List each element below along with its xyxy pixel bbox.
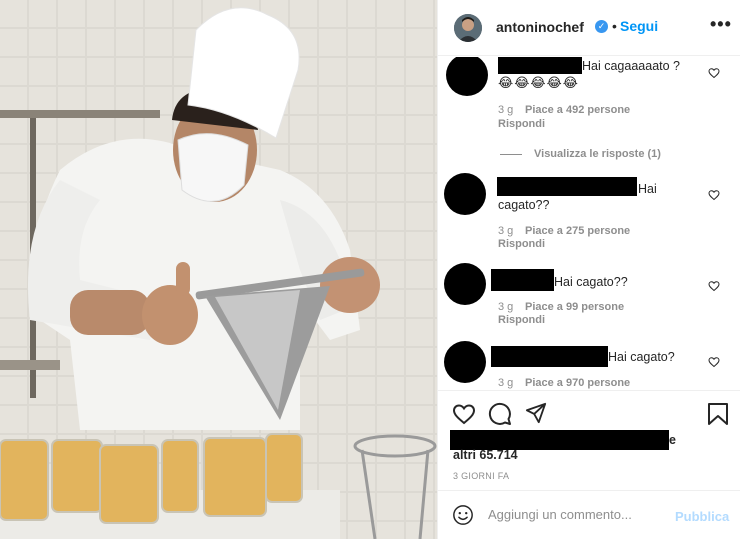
reply-button[interactable]: Rispondi — [498, 314, 545, 326]
redacted-username — [491, 346, 608, 367]
like-comment-heart-icon[interactable] — [708, 280, 720, 292]
header-separator: • — [612, 18, 617, 34]
redacted-username — [497, 177, 637, 196]
comment-time: 3 g — [498, 301, 514, 313]
comment-bubble-icon[interactable] — [488, 402, 512, 426]
comment-time: 3 g — [498, 377, 514, 389]
comment-text: Hai cagato? — [608, 350, 675, 364]
comment-input[interactable] — [488, 507, 668, 522]
emoji-icon[interactable] — [452, 504, 474, 526]
post-photo[interactable] — [0, 0, 437, 539]
author-avatar[interactable] — [454, 14, 482, 42]
redacted-likers — [450, 430, 669, 450]
comment-emoji: 😂😂😂😂😂 — [498, 75, 579, 90]
like-comment-heart-icon[interactable] — [708, 189, 720, 201]
like-comment-heart-icon[interactable] — [708, 356, 720, 368]
chef-photo-illustration — [0, 0, 437, 539]
author-username[interactable]: antoninochef — [496, 19, 584, 35]
comment-likes[interactable]: Piace a 492 persone — [525, 104, 630, 116]
share-paper-plane-icon[interactable] — [525, 402, 547, 424]
comment-time: 3 g — [498, 104, 514, 116]
comment-text-line2: cagato?? — [498, 198, 550, 212]
post-sidebar: antoninochef ✓ • Segui ••• Hai cagaaaaat… — [437, 0, 740, 539]
commenter-avatar[interactable] — [444, 341, 486, 383]
comment-text: Hai cagaaaaato ? — [582, 59, 680, 73]
comment-likes[interactable]: Piace a 970 persone — [525, 377, 630, 389]
like-heart-icon[interactable] — [452, 402, 476, 426]
likes-count[interactable]: altri 65.714 — [453, 448, 518, 462]
view-replies-line — [500, 154, 522, 155]
save-bookmark-icon[interactable] — [707, 402, 729, 426]
follow-button[interactable]: Segui — [620, 18, 658, 34]
comments-list: Hai cagaaaaato ? 😂😂😂😂😂 3 g Piace a 492 p… — [438, 57, 740, 390]
likes-suffix: e — [669, 433, 676, 447]
post-actions: e altri 65.714 3 GIORNI FA — [438, 390, 740, 490]
post-header: antoninochef ✓ • Segui ••• — [438, 0, 740, 56]
publish-button[interactable]: Pubblica — [675, 509, 729, 524]
more-options-icon[interactable]: ••• — [710, 14, 732, 35]
comment-text: Hai cagato?? — [554, 275, 628, 289]
comment-time: 3 g — [498, 225, 514, 237]
verified-badge-icon: ✓ — [595, 20, 608, 33]
comment-likes[interactable]: Piace a 99 persone — [525, 301, 624, 313]
add-comment-bar: Pubblica — [438, 490, 740, 539]
comment-text: Hai — [638, 182, 657, 196]
commenter-avatar[interactable] — [444, 263, 486, 305]
post-timestamp[interactable]: 3 GIORNI FA — [453, 471, 509, 481]
reply-button[interactable]: Rispondi — [498, 238, 545, 250]
view-replies-button[interactable]: Visualizza le risposte (1) — [534, 148, 661, 160]
like-comment-heart-icon[interactable] — [708, 67, 720, 79]
redacted-username — [498, 57, 582, 74]
redacted-username — [491, 269, 554, 291]
commenter-avatar[interactable] — [446, 57, 488, 96]
reply-button[interactable]: Rispondi — [498, 118, 545, 130]
comment-likes[interactable]: Piace a 275 persone — [525, 225, 630, 237]
commenter-avatar[interactable] — [444, 173, 486, 215]
